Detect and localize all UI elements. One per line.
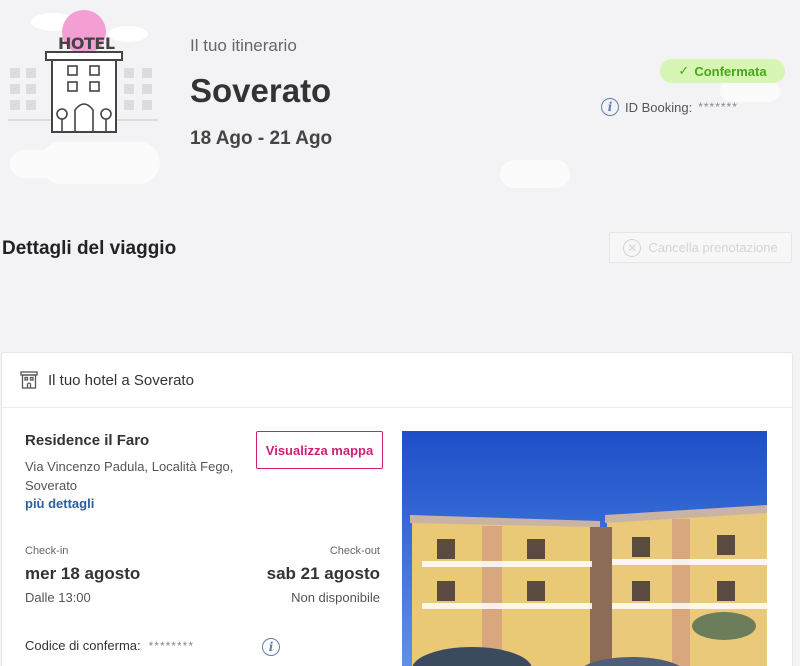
- checkout-label: Check-out: [329, 545, 380, 557]
- cancel-booking-label: Cancella prenotazione: [648, 240, 778, 255]
- checkin-time: Dalle 13:00: [25, 590, 91, 605]
- hotel-photo[interactable]: [402, 431, 767, 666]
- confirmation-info: i: [262, 638, 280, 656]
- cancel-x-icon: ✕: [623, 238, 642, 257]
- booking-id-label: ID Booking:: [625, 99, 693, 115]
- checkout-time: Non disponibile: [291, 590, 380, 605]
- decorative-cloud: [500, 160, 570, 188]
- check-icon: ✓: [678, 63, 690, 78]
- confirmation-code-label: Codice di conferma:: [25, 638, 141, 653]
- confirmation-code-row: Codice di conferma: ********: [25, 638, 194, 653]
- hotel-card-title: Il tuo hotel a Soverato: [48, 371, 194, 389]
- info-icon[interactable]: i: [601, 98, 619, 116]
- confirmation-code-value: ********: [148, 638, 194, 653]
- info-icon[interactable]: i: [262, 638, 280, 656]
- hotel-card: Il tuo hotel a Soverato Residence il Far…: [1, 352, 793, 666]
- hotel-address: Via Vincenzo Padula, Località Fego, Sove…: [25, 459, 234, 493]
- more-details-link[interactable]: più dettagli: [25, 496, 94, 511]
- hotel-card-header: Il tuo hotel a Soverato: [2, 353, 792, 408]
- destination-city: Soverato: [190, 72, 332, 109]
- booking-id: i ID Booking: *******: [601, 98, 738, 116]
- status-badge: ✓ Confermata: [660, 59, 785, 83]
- checkin-date: mer 18 agosto: [25, 564, 141, 583]
- section-title: Dettagli del viaggio: [2, 238, 177, 259]
- itinerary-subtitle: Il tuo itinerario: [190, 36, 297, 55]
- trip-dates: 18 Ago - 21 Ago: [190, 128, 333, 149]
- view-map-button[interactable]: Visualizza mappa: [256, 431, 383, 469]
- itinerary-header: HOTEL Il tuo itinerario Soverato 18 Ago …: [0, 0, 800, 200]
- hotel-sign-text: HOTEL: [58, 34, 115, 53]
- hotel-name: Residence il Faro: [25, 432, 150, 449]
- booking-id-value: *******: [698, 100, 738, 114]
- status-label: Confermata: [694, 63, 767, 79]
- cancel-booking-button[interactable]: ✕ Cancella prenotazione: [609, 232, 792, 263]
- checkin-label: Check-in: [25, 545, 69, 557]
- hotel-building-icon: [20, 371, 38, 389]
- checkout-date: sab 21 agosto: [266, 564, 380, 583]
